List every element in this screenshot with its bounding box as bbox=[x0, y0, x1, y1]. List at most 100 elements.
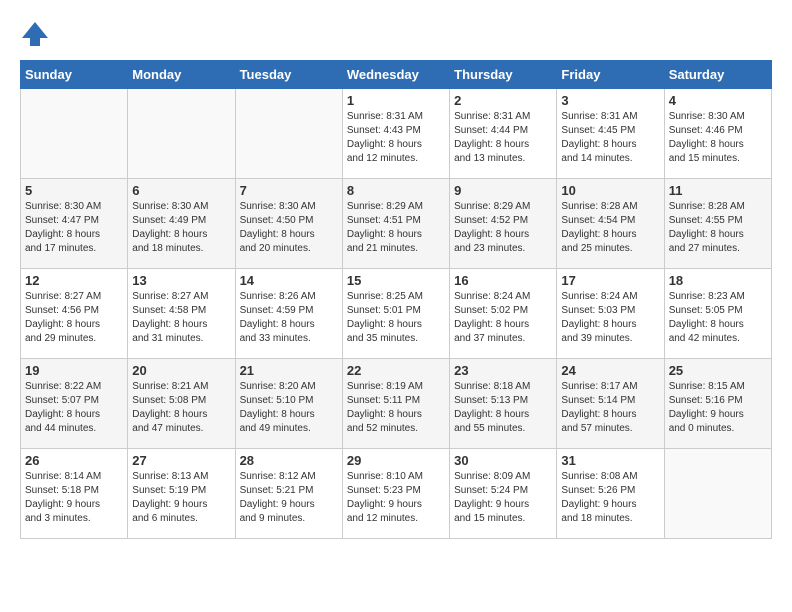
day-number: 3 bbox=[561, 93, 659, 108]
day-info: Sunrise: 8:28 AM Sunset: 4:54 PM Dayligh… bbox=[561, 200, 659, 256]
calendar-cell: 26 Sunrise: 8:14 AM Sunset: 5:18 PM Dayli… bbox=[21, 449, 128, 539]
calendar-cell bbox=[128, 89, 235, 179]
day-number: 7 bbox=[240, 183, 338, 198]
calendar-cell bbox=[664, 449, 771, 539]
day-info: Sunrise: 8:15 AM Sunset: 5:16 PM Dayligh… bbox=[669, 380, 767, 436]
calendar-table: SundayMondayTuesdayWednesdayThursdayFrid… bbox=[20, 60, 772, 539]
day-info: Sunrise: 8:23 AM Sunset: 5:05 PM Dayligh… bbox=[669, 290, 767, 346]
day-info: Sunrise: 8:30 AM Sunset: 4:50 PM Dayligh… bbox=[240, 200, 338, 256]
calendar-cell: 24 Sunrise: 8:17 AM Sunset: 5:14 PM Dayli… bbox=[557, 359, 664, 449]
calendar-cell: 16 Sunrise: 8:24 AM Sunset: 5:02 PM Dayli… bbox=[450, 269, 557, 359]
day-info: Sunrise: 8:24 AM Sunset: 5:02 PM Dayligh… bbox=[454, 290, 552, 346]
weekday-header: Friday bbox=[557, 61, 664, 89]
calendar-cell: 19 Sunrise: 8:22 AM Sunset: 5:07 PM Dayli… bbox=[21, 359, 128, 449]
calendar-week-row: 5 Sunrise: 8:30 AM Sunset: 4:47 PM Daylig… bbox=[21, 179, 772, 269]
calendar-cell: 22 Sunrise: 8:19 AM Sunset: 5:11 PM Dayli… bbox=[342, 359, 449, 449]
calendar-header: SundayMondayTuesdayWednesdayThursdayFrid… bbox=[21, 61, 772, 89]
calendar-week-row: 1 Sunrise: 8:31 AM Sunset: 4:43 PM Daylig… bbox=[21, 89, 772, 179]
calendar-cell: 11Sunrise: 8:28 AM Sunset: 4:55 PM Dayli… bbox=[664, 179, 771, 269]
day-number: 25 bbox=[669, 363, 767, 378]
day-number: 19 bbox=[25, 363, 123, 378]
day-info: Sunrise: 8:19 AM Sunset: 5:11 PM Dayligh… bbox=[347, 380, 445, 436]
day-number: 20 bbox=[132, 363, 230, 378]
day-number: 14 bbox=[240, 273, 338, 288]
calendar-cell: 13 Sunrise: 8:27 AM Sunset: 4:58 PM Dayli… bbox=[128, 269, 235, 359]
day-number: 4 bbox=[669, 93, 767, 108]
day-number: 8 bbox=[347, 183, 445, 198]
logo-icon bbox=[20, 20, 50, 50]
day-info: Sunrise: 8:27 AM Sunset: 4:56 PM Dayligh… bbox=[25, 290, 123, 346]
day-info: Sunrise: 8:30 AM Sunset: 4:46 PM Dayligh… bbox=[669, 110, 767, 166]
day-info: Sunrise: 8:25 AM Sunset: 5:01 PM Dayligh… bbox=[347, 290, 445, 346]
day-number: 5 bbox=[25, 183, 123, 198]
day-number: 6 bbox=[132, 183, 230, 198]
day-info: Sunrise: 8:31 AM Sunset: 4:45 PM Dayligh… bbox=[561, 110, 659, 166]
weekday-header: Saturday bbox=[664, 61, 771, 89]
logo bbox=[20, 20, 54, 50]
calendar-cell: 21Sunrise: 8:20 AM Sunset: 5:10 PM Dayli… bbox=[235, 359, 342, 449]
day-info: Sunrise: 8:22 AM Sunset: 5:07 PM Dayligh… bbox=[25, 380, 123, 436]
day-info: Sunrise: 8:30 AM Sunset: 4:47 PM Dayligh… bbox=[25, 200, 123, 256]
day-info: Sunrise: 8:31 AM Sunset: 4:43 PM Dayligh… bbox=[347, 110, 445, 166]
weekday-header: Monday bbox=[128, 61, 235, 89]
calendar-cell: 31 Sunrise: 8:08 AM Sunset: 5:26 PM Dayli… bbox=[557, 449, 664, 539]
calendar-cell: 25 Sunrise: 8:15 AM Sunset: 5:16 PM Dayli… bbox=[664, 359, 771, 449]
day-number: 15 bbox=[347, 273, 445, 288]
day-info: Sunrise: 8:09 AM Sunset: 5:24 PM Dayligh… bbox=[454, 470, 552, 526]
calendar-cell: 30 Sunrise: 8:09 AM Sunset: 5:24 PM Dayli… bbox=[450, 449, 557, 539]
weekday-header: Wednesday bbox=[342, 61, 449, 89]
calendar-cell bbox=[21, 89, 128, 179]
day-number: 29 bbox=[347, 453, 445, 468]
calendar-cell bbox=[235, 89, 342, 179]
day-info: Sunrise: 8:18 AM Sunset: 5:13 PM Dayligh… bbox=[454, 380, 552, 436]
day-number: 23 bbox=[454, 363, 552, 378]
day-number: 30 bbox=[454, 453, 552, 468]
day-info: Sunrise: 8:30 AM Sunset: 4:49 PM Dayligh… bbox=[132, 200, 230, 256]
day-number: 17 bbox=[561, 273, 659, 288]
day-info: Sunrise: 8:08 AM Sunset: 5:26 PM Dayligh… bbox=[561, 470, 659, 526]
day-info: Sunrise: 8:21 AM Sunset: 5:08 PM Dayligh… bbox=[132, 380, 230, 436]
calendar-week-row: 19 Sunrise: 8:22 AM Sunset: 5:07 PM Dayli… bbox=[21, 359, 772, 449]
calendar-week-row: 12Sunrise: 8:27 AM Sunset: 4:56 PM Dayli… bbox=[21, 269, 772, 359]
calendar-cell: 12Sunrise: 8:27 AM Sunset: 4:56 PM Dayli… bbox=[21, 269, 128, 359]
day-info: Sunrise: 8:29 AM Sunset: 4:52 PM Dayligh… bbox=[454, 200, 552, 256]
calendar-cell: 17 Sunrise: 8:24 AM Sunset: 5:03 PM Dayli… bbox=[557, 269, 664, 359]
calendar-cell: 18Sunrise: 8:23 AM Sunset: 5:05 PM Dayli… bbox=[664, 269, 771, 359]
day-info: Sunrise: 8:26 AM Sunset: 4:59 PM Dayligh… bbox=[240, 290, 338, 346]
day-number: 1 bbox=[347, 93, 445, 108]
calendar-cell: 15 Sunrise: 8:25 AM Sunset: 5:01 PM Dayli… bbox=[342, 269, 449, 359]
weekday-header: Thursday bbox=[450, 61, 557, 89]
calendar-cell: 9Sunrise: 8:29 AM Sunset: 4:52 PM Daylig… bbox=[450, 179, 557, 269]
calendar-cell: 3 Sunrise: 8:31 AM Sunset: 4:45 PM Daylig… bbox=[557, 89, 664, 179]
calendar-cell: 10 Sunrise: 8:28 AM Sunset: 4:54 PM Dayli… bbox=[557, 179, 664, 269]
day-number: 21 bbox=[240, 363, 338, 378]
day-info: Sunrise: 8:10 AM Sunset: 5:23 PM Dayligh… bbox=[347, 470, 445, 526]
calendar-cell: 14 Sunrise: 8:26 AM Sunset: 4:59 PM Dayli… bbox=[235, 269, 342, 359]
calendar-cell: 4 Sunrise: 8:30 AM Sunset: 4:46 PM Daylig… bbox=[664, 89, 771, 179]
calendar-cell: 5 Sunrise: 8:30 AM Sunset: 4:47 PM Daylig… bbox=[21, 179, 128, 269]
day-info: Sunrise: 8:27 AM Sunset: 4:58 PM Dayligh… bbox=[132, 290, 230, 346]
weekday-header: Sunday bbox=[21, 61, 128, 89]
day-info: Sunrise: 8:12 AM Sunset: 5:21 PM Dayligh… bbox=[240, 470, 338, 526]
day-number: 27 bbox=[132, 453, 230, 468]
weekday-header: Tuesday bbox=[235, 61, 342, 89]
calendar-cell: 23 Sunrise: 8:18 AM Sunset: 5:13 PM Dayli… bbox=[450, 359, 557, 449]
day-info: Sunrise: 8:17 AM Sunset: 5:14 PM Dayligh… bbox=[561, 380, 659, 436]
day-info: Sunrise: 8:14 AM Sunset: 5:18 PM Dayligh… bbox=[25, 470, 123, 526]
day-number: 16 bbox=[454, 273, 552, 288]
day-number: 10 bbox=[561, 183, 659, 198]
day-number: 31 bbox=[561, 453, 659, 468]
calendar-cell: 2Sunrise: 8:31 AM Sunset: 4:44 PM Daylig… bbox=[450, 89, 557, 179]
calendar-cell: 1 Sunrise: 8:31 AM Sunset: 4:43 PM Daylig… bbox=[342, 89, 449, 179]
header bbox=[20, 20, 772, 50]
day-info: Sunrise: 8:24 AM Sunset: 5:03 PM Dayligh… bbox=[561, 290, 659, 346]
day-number: 13 bbox=[132, 273, 230, 288]
day-info: Sunrise: 8:13 AM Sunset: 5:19 PM Dayligh… bbox=[132, 470, 230, 526]
calendar-cell: 7 Sunrise: 8:30 AM Sunset: 4:50 PM Daylig… bbox=[235, 179, 342, 269]
day-number: 22 bbox=[347, 363, 445, 378]
calendar-cell: 6 Sunrise: 8:30 AM Sunset: 4:49 PM Daylig… bbox=[128, 179, 235, 269]
day-number: 26 bbox=[25, 453, 123, 468]
calendar-week-row: 26 Sunrise: 8:14 AM Sunset: 5:18 PM Dayli… bbox=[21, 449, 772, 539]
day-number: 24 bbox=[561, 363, 659, 378]
day-number: 28 bbox=[240, 453, 338, 468]
